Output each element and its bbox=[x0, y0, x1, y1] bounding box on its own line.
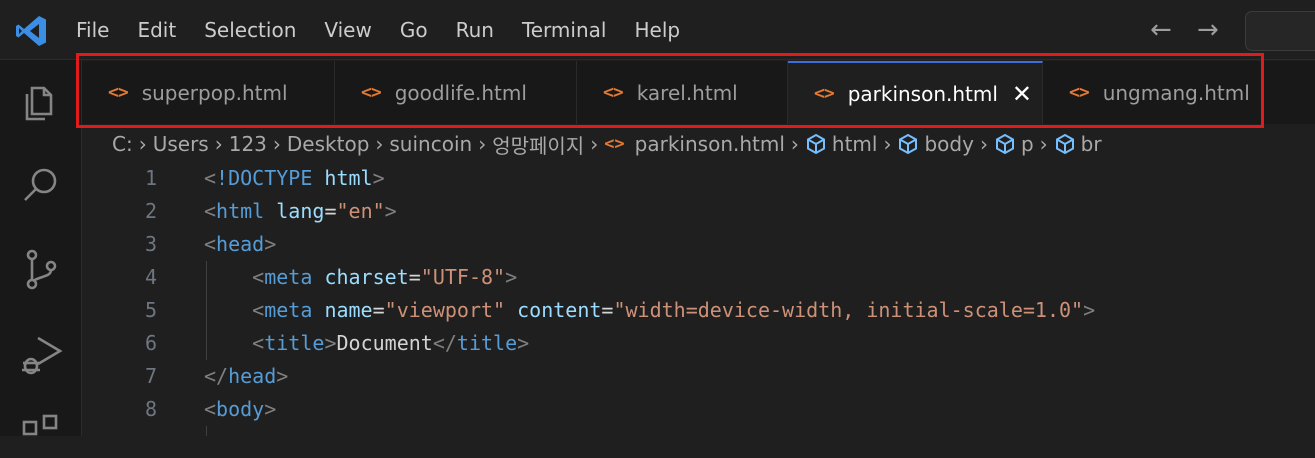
command-center-search[interactable] bbox=[1245, 11, 1315, 51]
forward-arrow-icon[interactable]: → bbox=[1197, 16, 1219, 44]
code-text: <meta name="viewport" content="width=dev… bbox=[252, 298, 1096, 322]
tab-label: superpop.html bbox=[141, 80, 288, 105]
breadcrumb-separator: › bbox=[478, 132, 487, 156]
run-debug-icon[interactable] bbox=[18, 332, 64, 378]
menu-view[interactable]: View bbox=[310, 0, 385, 60]
code-text: <body> bbox=[204, 397, 277, 421]
menu-help[interactable]: Help bbox=[620, 0, 694, 60]
html-file-icon: <> bbox=[1069, 82, 1090, 103]
title-bar: File Edit Selection View Go Run Terminal… bbox=[0, 0, 1315, 60]
breadcrumb-symbol-p[interactable]: p bbox=[994, 132, 1034, 156]
breadcrumb-symbol-label: body bbox=[924, 132, 974, 156]
menu-file[interactable]: File bbox=[62, 0, 123, 60]
explorer-files-icon[interactable] bbox=[18, 78, 64, 124]
breadcrumb-symbol-label: html bbox=[831, 132, 878, 156]
breadcrumb-symbol-label: p bbox=[1020, 132, 1034, 156]
breadcrumb-separator: › bbox=[979, 132, 988, 156]
line-number: 7 bbox=[144, 364, 157, 388]
line-number: 6 bbox=[144, 331, 157, 355]
menu-go[interactable]: Go bbox=[386, 0, 442, 60]
breadcrumb-file[interactable]: <> parkinson.html bbox=[604, 132, 785, 156]
indent-guide bbox=[206, 426, 207, 436]
tab-superpop[interactable]: <> superpop.html bbox=[82, 61, 335, 124]
code-editor[interactable]: 1 <!DOCTYPE html> 2 <html lang="en"> 3 <head>… bbox=[82, 162, 1315, 436]
vscode-logo-icon bbox=[16, 16, 46, 46]
tab-karel[interactable]: <> karel.html bbox=[577, 61, 788, 124]
extensions-icon[interactable] bbox=[18, 412, 64, 458]
breadcrumb-separator: › bbox=[375, 132, 384, 156]
code-text: <!DOCTYPE html> bbox=[204, 166, 385, 190]
html-file-icon: <> bbox=[603, 82, 624, 103]
html-file-icon: <> bbox=[604, 134, 625, 154]
menu-bar: File Edit Selection View Go Run Terminal… bbox=[62, 0, 694, 60]
activity-bar bbox=[0, 60, 82, 436]
tab-label: parkinson.html bbox=[847, 81, 998, 106]
breadcrumb-file-label: parkinson.html bbox=[634, 132, 785, 156]
tab-goodlife[interactable]: <> goodlife.html bbox=[335, 61, 577, 124]
tab-label: goodlife.html bbox=[394, 80, 527, 105]
line-number: 5 bbox=[144, 298, 157, 322]
code-text: <title>Document</title> bbox=[252, 331, 530, 355]
html-file-icon: <> bbox=[814, 83, 835, 104]
breadcrumb-separator: › bbox=[1039, 132, 1048, 156]
search-icon[interactable] bbox=[18, 162, 64, 208]
breadcrumb-separator: › bbox=[272, 132, 281, 156]
menu-run[interactable]: Run bbox=[442, 0, 508, 60]
symbol-cube-icon bbox=[806, 133, 825, 155]
back-arrow-icon[interactable]: ← bbox=[1150, 16, 1172, 44]
breadcrumb-folder[interactable]: C: bbox=[112, 132, 133, 156]
breadcrumb-separator: › bbox=[883, 132, 892, 156]
code-text: <html lang="en"> bbox=[204, 199, 397, 223]
breadcrumb-symbol-br[interactable]: br bbox=[1054, 132, 1102, 156]
close-icon[interactable]: ✕ bbox=[1012, 82, 1032, 106]
breadcrumb-separator: › bbox=[590, 132, 599, 156]
html-file-icon: <> bbox=[108, 82, 129, 103]
symbol-cube-icon bbox=[899, 133, 918, 155]
breadcrumb-folder[interactable]: Users bbox=[153, 132, 209, 156]
editor-tab-bar: <> superpop.html <> goodlife.html <> kar… bbox=[82, 61, 1315, 124]
code-text: <meta charset="UTF-8"> bbox=[252, 265, 518, 289]
breadcrumb-separator: › bbox=[790, 132, 799, 156]
tab-ungmang[interactable]: <> ungmang.html bbox=[1043, 61, 1273, 124]
tab-label: ungmang.html bbox=[1102, 80, 1250, 105]
breadcrumb-symbol-body[interactable]: body bbox=[897, 132, 974, 156]
line-number: 2 bbox=[144, 199, 157, 223]
line-number: 1 bbox=[144, 166, 157, 190]
menu-terminal[interactable]: Terminal bbox=[508, 0, 621, 60]
breadcrumb-symbol-label: br bbox=[1080, 132, 1102, 156]
code-text: <head> bbox=[204, 232, 277, 256]
line-number: 3 bbox=[144, 232, 157, 256]
tab-parkinson[interactable]: <> parkinson.html ✕ bbox=[788, 61, 1043, 124]
html-file-icon: <> bbox=[361, 82, 382, 103]
symbol-cube-icon bbox=[995, 133, 1014, 155]
menu-selection[interactable]: Selection bbox=[190, 0, 310, 60]
tab-label: karel.html bbox=[636, 80, 738, 105]
line-number: 4 bbox=[144, 265, 157, 289]
menu-edit[interactable]: Edit bbox=[123, 0, 190, 60]
breadcrumb-symbol-html[interactable]: html bbox=[805, 132, 878, 156]
breadcrumb-separator: › bbox=[138, 132, 147, 156]
source-control-icon[interactable] bbox=[18, 246, 64, 292]
breadcrumb: C: › Users › 123 › Desktop › suincoin › … bbox=[112, 128, 1102, 160]
line-number: 8 bbox=[144, 397, 157, 421]
symbol-cube-icon bbox=[1055, 133, 1074, 155]
code-text: </head> bbox=[204, 364, 289, 388]
breadcrumb-folder[interactable]: 123 bbox=[229, 132, 267, 156]
breadcrumb-folder[interactable]: 엉망페이지 bbox=[492, 130, 584, 159]
breadcrumb-folder[interactable]: Desktop bbox=[287, 132, 369, 156]
breadcrumb-folder[interactable]: suincoin bbox=[389, 132, 472, 156]
breadcrumb-separator: › bbox=[214, 132, 223, 156]
